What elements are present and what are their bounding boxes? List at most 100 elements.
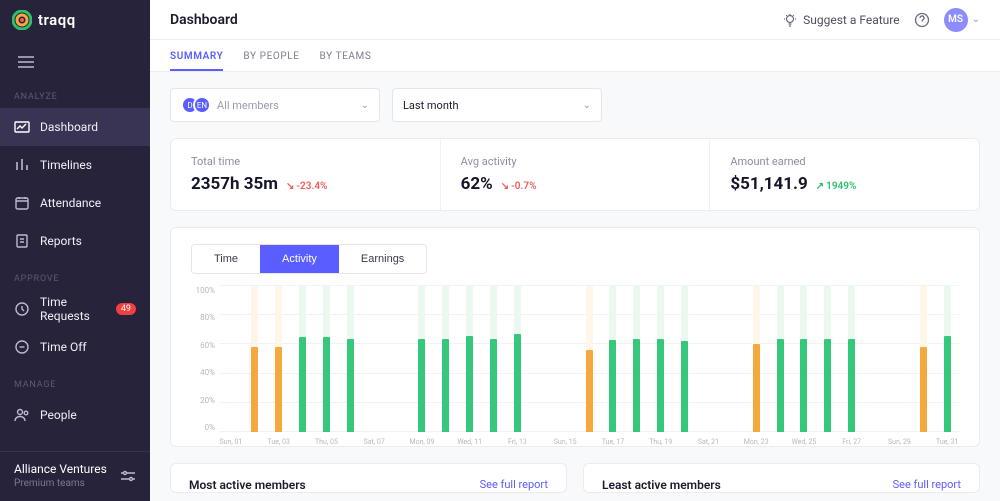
chart-segment-tabs: Time Activity Earnings	[191, 244, 427, 274]
section-manage-label: MANAGE	[0, 366, 150, 396]
chart-bar[interactable]	[848, 286, 855, 432]
chart-x-label: Tue, 03	[267, 438, 289, 446]
period-value: Last month	[403, 99, 583, 112]
tab-summary[interactable]: SUMMARY	[170, 51, 223, 71]
chart-x-label: Thu, 05	[315, 438, 338, 446]
members-chips: DEN	[181, 96, 211, 114]
chart-x-label: Sat, 21	[698, 438, 719, 446]
chart-x-label: Tue, 17	[602, 438, 624, 446]
dashboard-icon	[14, 119, 30, 135]
sidebar-collapse-button[interactable]	[14, 50, 38, 74]
seg-earnings[interactable]: Earnings	[339, 245, 426, 273]
people-icon	[14, 407, 30, 423]
chart-x-label: Sat, 07	[364, 438, 385, 446]
chart-bar[interactable]	[800, 286, 807, 432]
timelines-icon	[14, 157, 30, 173]
nav-reports[interactable]: Reports	[0, 222, 150, 260]
nav-people[interactable]: People	[0, 396, 150, 434]
account-name: Alliance Ventures	[14, 462, 107, 476]
chart-x-label: Tue, 31	[936, 438, 958, 446]
seg-activity[interactable]: Activity	[260, 245, 339, 273]
tab-by-teams[interactable]: BY TEAMS	[320, 51, 372, 71]
stat-total-time-value: 2357h 35m	[191, 174, 278, 194]
section-approve-label: APPROVE	[0, 260, 150, 290]
nav-time-requests[interactable]: Time Requests 49	[0, 290, 150, 328]
nav-attendance[interactable]: Attendance	[0, 184, 150, 222]
attendance-icon	[14, 195, 30, 211]
nav-attendance-label: Attendance	[40, 196, 101, 210]
least-active-panel: Least active members See full report	[583, 463, 980, 493]
most-active-panel: Most active members See full report	[170, 463, 567, 493]
chevron-down-icon: ⌄	[361, 100, 369, 111]
chart-bar[interactable]	[609, 286, 616, 432]
chart-x-label: Mon, 09	[409, 438, 434, 446]
account-plan: Premium teams	[14, 478, 107, 489]
members-filter[interactable]: DEN All members ⌄	[170, 88, 380, 122]
chevron-down-icon: ⌄	[972, 14, 980, 25]
account-switcher[interactable]: Alliance Ventures Premium teams	[0, 451, 150, 501]
chart-y-axis: 100%80%60%40%20%0%	[191, 286, 219, 446]
view-tabs: SUMMARY BY PEOPLE BY TEAMS	[150, 40, 1000, 72]
nav-time-off-label: Time Off	[40, 340, 87, 354]
chart-bar[interactable]	[514, 286, 521, 432]
tab-by-people[interactable]: BY PEOPLE	[243, 51, 299, 71]
chart-bar[interactable]	[299, 286, 306, 432]
logo-icon	[12, 10, 32, 30]
chart-bar[interactable]	[323, 286, 330, 432]
topbar: Dashboard Suggest a Feature MS ⌄	[150, 0, 1000, 40]
chart-bar[interactable]	[753, 286, 760, 432]
chart-bar[interactable]	[920, 286, 927, 432]
sidebar: traqq ANALYZE Dashboard Timelines Attend…	[0, 0, 150, 501]
chart-x-label: Fri, 13	[508, 438, 527, 446]
chart-x-label: Wed, 25	[792, 438, 817, 446]
chart-bar[interactable]	[681, 286, 688, 432]
lightbulb-icon	[783, 13, 797, 27]
nav-time-off[interactable]: Time Off	[0, 328, 150, 366]
chart-bar[interactable]	[586, 286, 593, 432]
chart-bar[interactable]	[466, 286, 473, 432]
stat-amount-earned: Amount earned $51,141.9 ↗1949%	[709, 139, 979, 210]
chart-x-label: Sun, 29	[888, 438, 911, 446]
nav-people-label: People	[40, 408, 77, 422]
nav-dashboard[interactable]: Dashboard	[0, 108, 150, 146]
arrow-up-icon: ↗	[816, 181, 824, 192]
members-placeholder: All members	[217, 99, 361, 112]
member-chip: EN	[193, 96, 211, 114]
chart-bar[interactable]	[633, 286, 640, 432]
reports-icon	[14, 233, 30, 249]
chart-bar[interactable]	[657, 286, 664, 432]
chart-bar[interactable]	[490, 286, 497, 432]
chevron-down-icon: ⌄	[583, 100, 591, 111]
period-filter[interactable]: Last month ⌄	[392, 88, 602, 122]
stats-row: Total time 2357h 35m ↘-23.4% Avg activit…	[170, 138, 980, 211]
arrow-down-icon: ↘	[501, 181, 509, 192]
chart-x-label: Sun, 01	[220, 438, 243, 446]
logo-text: traqq	[38, 11, 76, 29]
main-content: Dashboard Suggest a Feature MS ⌄ SUMMARY…	[150, 0, 1000, 501]
suggest-feature-button[interactable]: Suggest a Feature	[783, 13, 899, 27]
chart-bar[interactable]	[418, 286, 425, 432]
chart-bar[interactable]	[442, 286, 449, 432]
chart-bar[interactable]	[944, 286, 951, 432]
user-menu[interactable]: MS ⌄	[944, 8, 980, 32]
least-active-link[interactable]: See full report	[893, 478, 961, 491]
logo[interactable]: traqq	[0, 0, 150, 40]
help-icon[interactable]	[914, 12, 930, 28]
member-lists-row: Most active members See full report Leas…	[170, 463, 980, 493]
chart-bar[interactable]	[777, 286, 784, 432]
settings-icon[interactable]	[120, 469, 136, 483]
stat-avg-activity-value: 62%	[461, 174, 493, 194]
most-active-link[interactable]: See full report	[480, 478, 548, 491]
section-analyze-label: ANALYZE	[0, 78, 150, 108]
nav-timelines[interactable]: Timelines	[0, 146, 150, 184]
chart-bar[interactable]	[347, 286, 354, 432]
page-title: Dashboard	[170, 12, 238, 28]
stat-avg-activity: Avg activity 62% ↘-0.7%	[440, 139, 710, 210]
chart-bar[interactable]	[824, 286, 831, 432]
chart-bar[interactable]	[251, 286, 258, 432]
seg-time[interactable]: Time	[192, 245, 260, 273]
arrow-down-icon: ↘	[286, 181, 294, 192]
nav-timelines-label: Timelines	[40, 158, 92, 172]
nav-time-requests-label: Time Requests	[40, 295, 106, 323]
chart-bar[interactable]	[275, 286, 282, 432]
